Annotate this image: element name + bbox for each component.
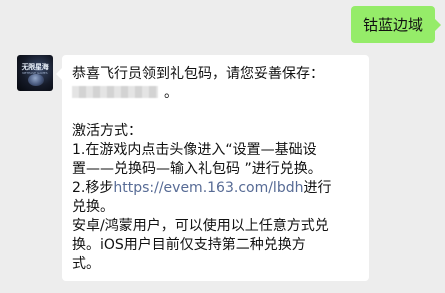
method-title: 激活方式： — [72, 123, 142, 139]
incoming-bubble[interactable]: 恭喜飞行员领到礼包码，请您妥善保存： 。 激活方式： 1.在游戏内点击头像进入“… — [56, 55, 369, 281]
step2-suffix: 进行 — [303, 180, 332, 196]
step2-line2: 兑换。 — [72, 199, 114, 215]
planet-icon — [28, 74, 44, 86]
avatar[interactable]: 无限星海 NETEASE GAMES — [17, 55, 53, 91]
step2-prefix: 2.移步 — [72, 180, 114, 196]
note-line3: 式。 — [72, 256, 100, 272]
message-line-congrats: 恭喜飞行员领到礼包码，请您妥善保存： — [72, 66, 324, 82]
code-period: 。 — [164, 85, 178, 101]
outgoing-bubble[interactable]: 钴蓝边域 — [350, 6, 442, 43]
step1-line1: 1.在游戏内点击头像进入“设置—基础设 — [72, 142, 317, 158]
step2-line1: 2.移步https://evem.163.com/lbdh进行 — [72, 179, 359, 198]
step1-line2: 置——兑换码—输入礼包码 ”进行兑换。 — [72, 161, 322, 177]
note-line2: 换。iOS用户目前仅支持第二种兑换方 — [72, 237, 306, 253]
note-line1: 安卓/鸿蒙用户，可以使用以上任意方式兑 — [72, 218, 329, 234]
redeem-link[interactable]: https://evem.163.com/lbdh — [113, 180, 303, 196]
gift-code-line: 。 — [72, 84, 359, 103]
outgoing-message: 钴蓝边域 — [350, 6, 442, 43]
redacted-gift-code — [72, 86, 158, 98]
